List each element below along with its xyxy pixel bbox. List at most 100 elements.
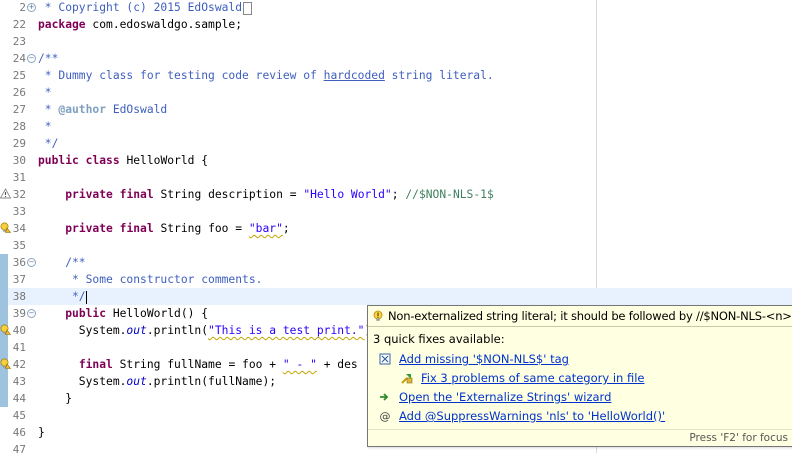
code-text: final String fullName = foo + " - " + de…: [38, 356, 358, 373]
fix-suppress-warnings[interactable]: Add @SuppressWarnings 'nls' to 'HelloWor…: [399, 408, 665, 424]
code-text: * @author EdOswald: [38, 101, 167, 118]
line-number: 39: [12, 307, 26, 320]
code-line[interactable]: 32 private final String description = "H…: [0, 186, 792, 203]
code-line[interactable]: 2 + * Copyright (c) 2015 EdOswald: [0, 0, 792, 16]
code-line[interactable]: 26 *: [0, 84, 792, 101]
code-token: String fullName = foo +: [112, 358, 283, 371]
fold-collapse-icon[interactable]: −: [27, 54, 36, 63]
code-token: @author: [58, 103, 107, 116]
code-token: String: [153, 188, 209, 201]
code-line[interactable]: 22 package com.edoswaldgo.sample;: [0, 16, 792, 33]
wizard-arrow-icon: [380, 393, 389, 401]
fix-same-category[interactable]: Fix 3 problems of same category in file: [421, 370, 644, 386]
code-token: */: [38, 137, 59, 150]
warning-lightbulb-icon: [373, 310, 383, 321]
line-number: 37: [12, 273, 26, 286]
code-token: String foo =: [153, 222, 249, 235]
code-line[interactable]: 36− /**: [0, 254, 792, 271]
line-number: 44: [12, 392, 26, 405]
folded-region-box[interactable]: [243, 1, 253, 15]
code-token: /**: [38, 256, 86, 269]
text-cursor: [85, 290, 87, 304]
code-text: */: [38, 288, 87, 305]
code-text: *: [38, 84, 52, 101]
code-token: System.: [38, 324, 127, 337]
code-token: *: [38, 103, 59, 116]
code-token: * Dummy class for testing code review of: [38, 69, 324, 82]
code-line[interactable]: 38 */: [0, 288, 792, 305]
code-token: .println(fullName);: [146, 375, 277, 388]
code-line[interactable]: 33: [0, 203, 792, 220]
annotation-at-icon: @: [380, 410, 391, 422]
code-token: System.: [38, 375, 127, 388]
code-token: */: [38, 290, 86, 303]
code-token: private: [65, 188, 113, 201]
code-token: hardcoded: [323, 69, 385, 82]
code-line[interactable]: 34 private final String foo = "bar";: [0, 220, 792, 237]
code-text: * Some constructor comments.: [38, 271, 262, 288]
line-number: 25: [12, 69, 26, 82]
code-text: System.out.println(fullName);: [38, 373, 276, 390]
code-token: /**: [38, 52, 59, 65]
line-number: 27: [12, 103, 26, 116]
code-text: package com.edoswaldgo.sample;: [38, 16, 242, 33]
fold-collapse-icon[interactable]: −: [27, 258, 36, 267]
code-text: private final String foo = "bar";: [38, 220, 289, 237]
code-token: *: [38, 86, 52, 99]
fold-collapse-icon[interactable]: −: [27, 309, 36, 318]
code-line[interactable]: 30 public class HelloWorld {: [0, 152, 792, 169]
fold-expand-icon[interactable]: +: [27, 3, 36, 12]
code-token: final: [119, 188, 154, 201]
code-token: "This is a test print.": [208, 324, 365, 337]
code-token: + des: [316, 358, 358, 371]
code-line[interactable]: 28 *: [0, 118, 792, 135]
code-text: */: [38, 135, 59, 152]
code-line[interactable]: 27 * @author EdOswald: [0, 101, 792, 118]
code-token: HelloWorld() {: [106, 307, 209, 320]
code-token: out: [126, 375, 147, 388]
code-text: }: [38, 424, 45, 441]
line-number: 33: [12, 205, 26, 218]
code-line[interactable]: 24−/**: [0, 50, 792, 67]
code-token: string literal.: [384, 69, 494, 82]
code-token: public: [38, 154, 79, 167]
line-number: 45: [12, 409, 26, 422]
code-line[interactable]: 25 * Dummy class for testing code review…: [0, 67, 792, 84]
quick-fix-bulb-icon[interactable]: [0, 222, 11, 233]
line-number: 43: [12, 375, 26, 388]
code-token: public: [65, 307, 107, 320]
fix-externalize-wizard[interactable]: Open the 'Externalize Strings' wizard: [399, 389, 611, 405]
line-number: 22: [12, 18, 26, 31]
code-line[interactable]: 29 */: [0, 135, 792, 152]
quick-fix-bulb-icon[interactable]: [0, 358, 11, 369]
code-line[interactable]: 31: [0, 169, 792, 186]
focus-hint: Press 'F2' for focus: [689, 432, 788, 444]
code-token: * Some constructor comments.: [38, 273, 263, 286]
code-token: " - ": [282, 358, 317, 371]
code-token: * Copyright (c) 2015 EdOswald: [38, 1, 243, 14]
code-token: class: [85, 154, 120, 167]
code-token: description: [208, 188, 283, 201]
code-token: }: [38, 392, 73, 405]
code-token: final: [119, 222, 154, 235]
hover-quick-fix-popup[interactable]: Non-externalized string literal; it shou…: [367, 305, 792, 447]
code-line[interactable]: 35: [0, 237, 792, 254]
line-number: 23: [12, 35, 26, 48]
line-number: 26: [12, 86, 26, 99]
quick-fix-bulb-icon[interactable]: [0, 324, 11, 335]
nls-tag-icon: [379, 353, 391, 365]
code-line[interactable]: 23: [0, 33, 792, 50]
fix-add-nls-tag[interactable]: Add missing '$NON-NLS$' tag: [399, 351, 569, 367]
code-text: }: [38, 390, 72, 407]
code-line[interactable]: 37 * Some constructor comments.: [0, 271, 792, 288]
warning-icon[interactable]: [0, 188, 11, 199]
code-token: private: [65, 222, 113, 235]
code-text: /**: [38, 254, 86, 271]
code-token: EdOswald: [106, 103, 168, 116]
code-token: package: [38, 18, 86, 31]
code-text: public class HelloWorld {: [38, 152, 208, 169]
